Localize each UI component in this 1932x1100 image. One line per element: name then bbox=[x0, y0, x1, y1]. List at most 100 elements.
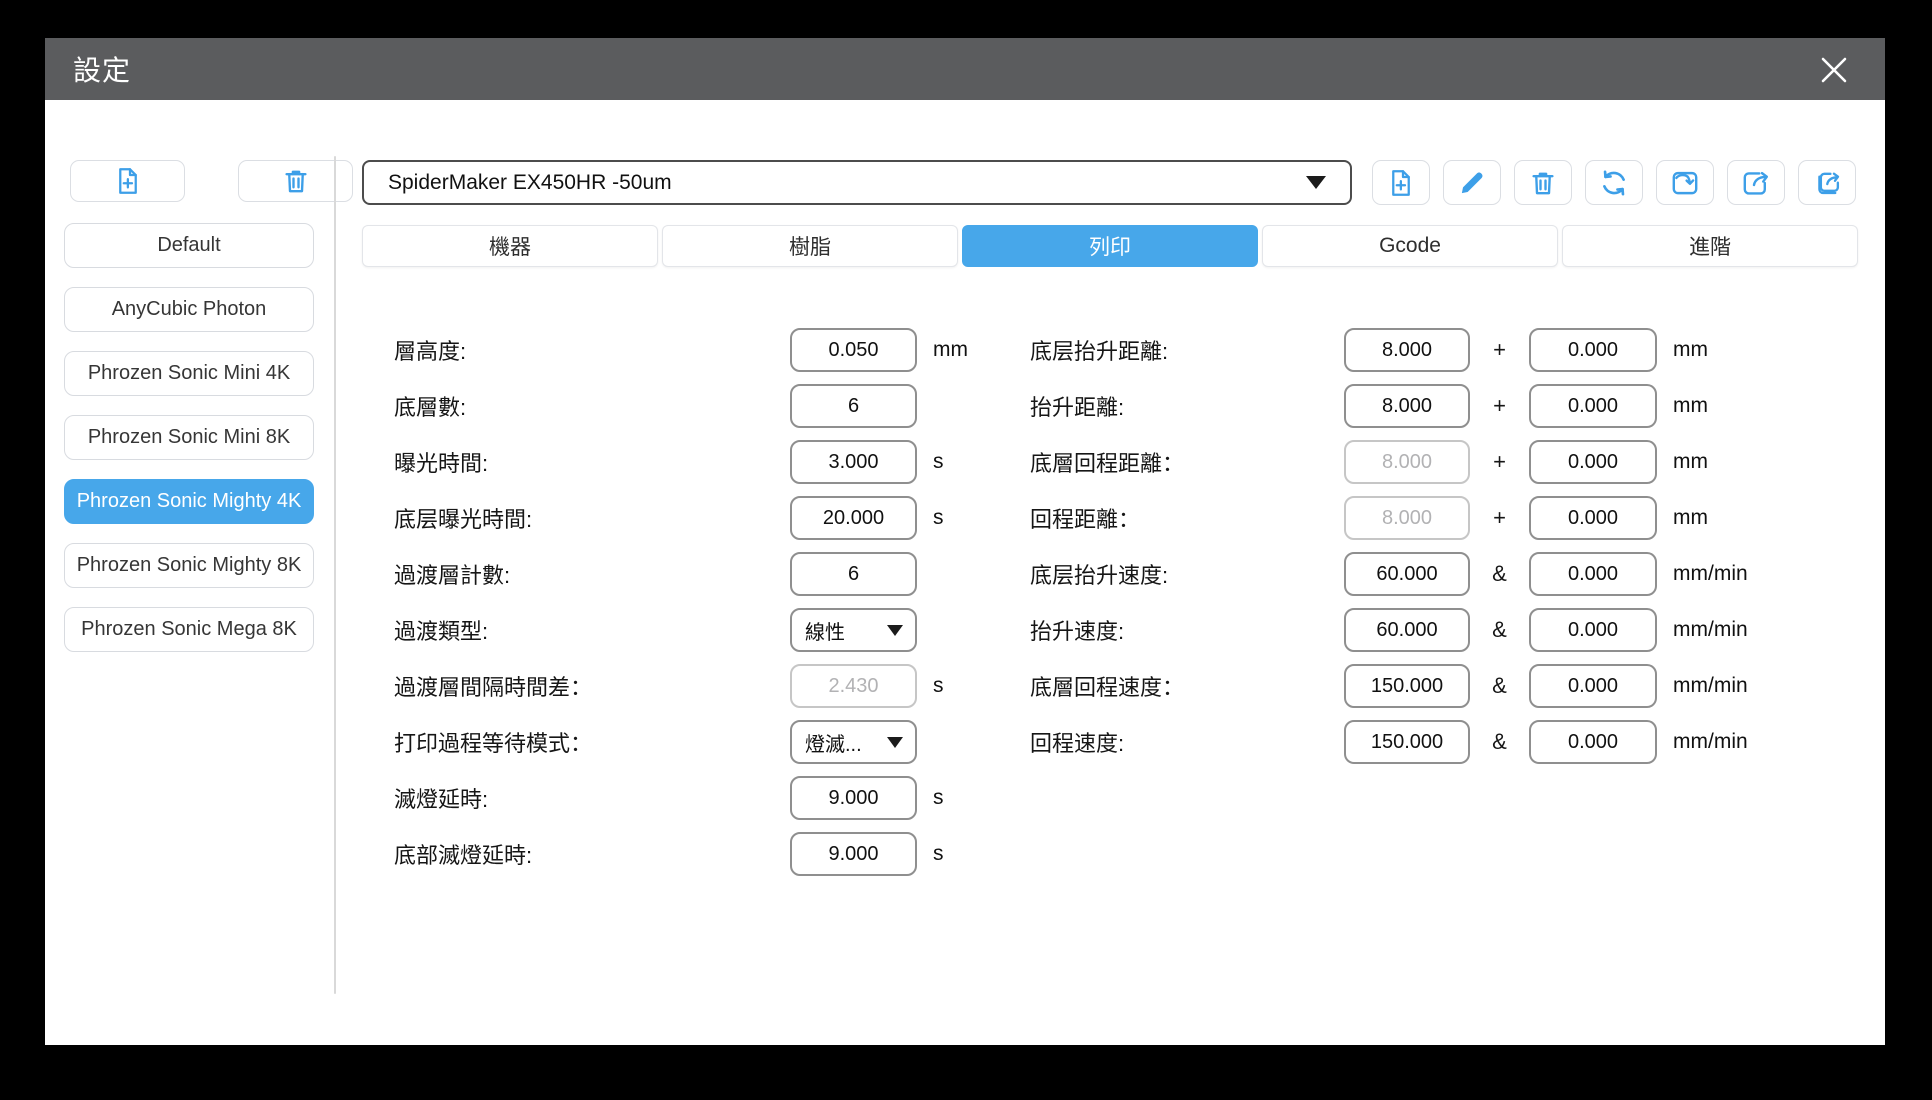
refresh-icon bbox=[1598, 167, 1630, 199]
setting-input-secondary[interactable] bbox=[1529, 552, 1657, 596]
setting-input[interactable] bbox=[790, 496, 917, 540]
export-icon bbox=[1740, 167, 1772, 199]
setting-label: 曝光時間: bbox=[394, 446, 790, 478]
printer-profile-item[interactable]: Phrozen Sonic Mighty 8K bbox=[64, 543, 314, 588]
setting-input-primary[interactable] bbox=[1344, 384, 1470, 428]
chevron-down-icon bbox=[887, 625, 903, 636]
setting-input[interactable] bbox=[790, 776, 917, 820]
import-icon bbox=[1669, 167, 1701, 199]
setting-row: 底层曝光時間:s bbox=[394, 490, 994, 546]
setting-unit: mm/min bbox=[1673, 730, 1748, 754]
tab-Gcode[interactable]: Gcode bbox=[1262, 225, 1558, 267]
add-button[interactable] bbox=[1372, 160, 1430, 205]
settings-dialog: 設定 Default AnyCubic Photon Phrozen Sonic M… bbox=[45, 38, 1885, 1045]
setting-label: 底層回程速度： bbox=[1030, 670, 1344, 702]
setting-label: 打印過程等待模式： bbox=[394, 726, 790, 758]
setting-unit: mm/min bbox=[1673, 562, 1748, 586]
setting-unit: s bbox=[933, 506, 944, 530]
resin-profile-select[interactable]: SpiderMaker EX450HR -50um bbox=[362, 160, 1352, 205]
printer-profile-item[interactable]: Default bbox=[64, 223, 314, 268]
setting-input-secondary[interactable] bbox=[1529, 440, 1657, 484]
setting-separator: & bbox=[1470, 729, 1529, 755]
setting-label: 抬升速度: bbox=[1030, 614, 1344, 646]
close-button[interactable] bbox=[1816, 52, 1852, 88]
print-settings-left-column: 層高度:mm底層數:曝光時間:s底层曝光時間:s過渡層計數:過渡類型: 線性 過… bbox=[394, 322, 994, 882]
setting-row: 層高度: mm bbox=[394, 322, 994, 378]
add-profile-button[interactable] bbox=[70, 160, 185, 202]
setting-label: 底層回程距離： bbox=[1030, 446, 1344, 478]
setting-input[interactable] bbox=[790, 384, 917, 428]
delete-button[interactable] bbox=[1514, 160, 1572, 205]
setting-separator: & bbox=[1470, 673, 1529, 699]
setting-row: 滅燈延時:s bbox=[394, 770, 994, 826]
setting-input-primary[interactable] bbox=[1344, 608, 1470, 652]
printer-profile-list: Default AnyCubic Photon Phrozen Sonic Mini… bbox=[64, 223, 314, 671]
printer-profile-item[interactable]: Phrozen Sonic Mighty 4K bbox=[64, 479, 314, 524]
setting-unit: mm bbox=[1673, 394, 1708, 418]
setting-separator: & bbox=[1470, 561, 1529, 587]
settings-tabs: 機器樹脂列印Gcode進階 bbox=[362, 225, 1858, 267]
setting-unit: mm/min bbox=[1673, 674, 1748, 698]
setting-input[interactable] bbox=[790, 664, 917, 708]
setting-input[interactable] bbox=[790, 832, 917, 876]
setting-select-value: 燈滅... bbox=[805, 728, 887, 757]
close-icon bbox=[1819, 55, 1849, 85]
setting-label: 抬升距離: bbox=[1030, 390, 1344, 422]
setting-unit: mm/min bbox=[1673, 618, 1748, 642]
import-button[interactable] bbox=[1656, 160, 1714, 205]
sidebar-divider bbox=[334, 156, 336, 994]
setting-label: 過渡類型: bbox=[394, 614, 790, 646]
printer-profile-item[interactable]: Phrozen Sonic Mega 8K bbox=[64, 607, 314, 652]
tab-機器[interactable]: 機器 bbox=[362, 225, 658, 267]
setting-input-primary[interactable] bbox=[1344, 720, 1470, 764]
setting-input[interactable] bbox=[790, 552, 917, 596]
setting-input-secondary[interactable] bbox=[1529, 720, 1657, 764]
setting-input-secondary[interactable] bbox=[1529, 664, 1657, 708]
setting-input-secondary[interactable] bbox=[1529, 608, 1657, 652]
setting-label: 底層數: bbox=[394, 390, 790, 422]
setting-label: 層高度: bbox=[394, 334, 790, 366]
setting-select[interactable]: 線性 bbox=[790, 608, 917, 652]
printer-profile-item[interactable]: AnyCubic Photon bbox=[64, 287, 314, 332]
setting-row: 抬升速度:&mm/min bbox=[1030, 602, 1790, 658]
setting-row: 過渡類型: 線性 bbox=[394, 602, 994, 658]
refresh-button[interactable] bbox=[1585, 160, 1643, 205]
setting-unit: s bbox=[933, 842, 944, 866]
export-all-button[interactable] bbox=[1798, 160, 1856, 205]
setting-select[interactable]: 燈滅... bbox=[790, 720, 917, 764]
setting-input[interactable] bbox=[790, 440, 917, 484]
setting-input-primary[interactable] bbox=[1344, 496, 1470, 540]
setting-separator: + bbox=[1470, 505, 1529, 531]
setting-input-secondary[interactable] bbox=[1529, 384, 1657, 428]
setting-unit: s bbox=[933, 674, 944, 698]
setting-row: 回程速度:&mm/min bbox=[1030, 714, 1790, 770]
setting-label: 過渡層計數: bbox=[394, 558, 790, 590]
setting-separator: + bbox=[1470, 337, 1529, 363]
setting-input-primary[interactable] bbox=[1344, 440, 1470, 484]
export-button[interactable] bbox=[1727, 160, 1785, 205]
print-settings-right-column: 底层抬升距離:+mm抬升距離:+mm底層回程距離：+mm回程距離：+mm底层抬升… bbox=[1030, 322, 1790, 770]
dialog-titlebar: 設定 bbox=[45, 38, 1885, 100]
edit-button[interactable] bbox=[1443, 160, 1501, 205]
setting-input-secondary[interactable] bbox=[1529, 496, 1657, 540]
printer-profile-item[interactable]: Phrozen Sonic Mini 4K bbox=[64, 351, 314, 396]
setting-separator: + bbox=[1470, 449, 1529, 475]
setting-row: 打印過程等待模式： 燈滅... bbox=[394, 714, 994, 770]
setting-unit: mm bbox=[933, 338, 968, 362]
tab-列印[interactable]: 列印 bbox=[962, 225, 1258, 267]
dialog-title: 設定 bbox=[45, 49, 131, 89]
setting-label: 滅燈延時: bbox=[394, 782, 790, 814]
setting-label: 底层抬升距離: bbox=[1030, 334, 1344, 366]
setting-input-primary[interactable] bbox=[1344, 552, 1470, 596]
setting-row: 底層回程距離：+mm bbox=[1030, 434, 1790, 490]
setting-input-primary[interactable] bbox=[1344, 328, 1470, 372]
printer-profile-item[interactable]: Phrozen Sonic Mini 8K bbox=[64, 415, 314, 460]
setting-input[interactable] bbox=[790, 328, 917, 372]
export-all-icon bbox=[1810, 166, 1844, 200]
setting-row: 底层抬升距離:+mm bbox=[1030, 322, 1790, 378]
trash-icon bbox=[281, 166, 311, 196]
tab-進階[interactable]: 進階 bbox=[1562, 225, 1858, 267]
setting-input-secondary[interactable] bbox=[1529, 328, 1657, 372]
setting-input-primary[interactable] bbox=[1344, 664, 1470, 708]
tab-樹脂[interactable]: 樹脂 bbox=[662, 225, 958, 267]
